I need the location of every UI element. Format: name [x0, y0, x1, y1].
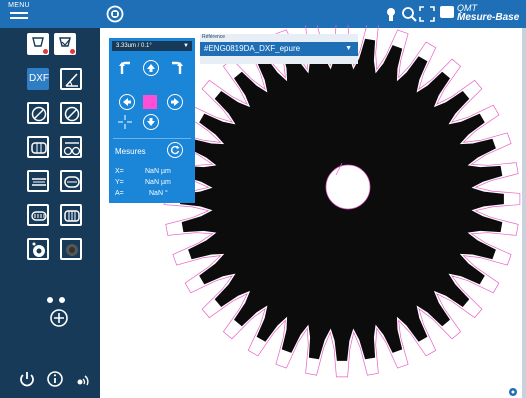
gear-part-image — [180, 37, 504, 361]
3d-scan-tool[interactable] — [27, 33, 49, 55]
settings-icon[interactable] — [382, 5, 400, 23]
slot-tool[interactable] — [60, 170, 82, 192]
panel-divider — [113, 138, 191, 139]
move-down-button[interactable] — [143, 114, 159, 130]
tool-sidebar: DXF — [0, 28, 100, 398]
thread-tool[interactable] — [27, 204, 49, 226]
coord-x: X= NaN µm — [115, 168, 171, 175]
reference-selector: Référence #ENG0819DA_DXF_epure ▼ — [200, 34, 358, 64]
remote-signal-icon[interactable] — [74, 370, 92, 388]
add-point-button[interactable] — [44, 294, 72, 328]
app-window: MENU QMT Mesure-Base DXF Référence #ENG0… — [0, 0, 526, 398]
reference-label: Référence — [202, 34, 226, 40]
status-indicator-icon — [508, 384, 518, 396]
coord-y: Y= NaN µm — [115, 179, 171, 186]
diameter-tool[interactable] — [27, 102, 49, 124]
hole-measure-tool[interactable] — [27, 136, 49, 158]
move-up-button[interactable] — [143, 60, 159, 76]
mesures-title: Mesures — [115, 147, 146, 156]
dxf-tool[interactable]: DXF — [27, 68, 49, 90]
refresh-icon[interactable] — [167, 142, 183, 158]
angle-tool[interactable] — [60, 68, 82, 90]
diameter-outer-tool[interactable] — [60, 102, 82, 124]
resolution-value: 3.33um / 0.1° — [116, 43, 152, 49]
info-icon[interactable] — [46, 370, 64, 388]
menu-button[interactable]: MENU — [6, 2, 32, 26]
qmt-logo-icon — [440, 6, 454, 18]
concentric-diameter-tool[interactable] — [60, 136, 82, 158]
focus-tool[interactable] — [27, 238, 49, 260]
reference-dropdown[interactable]: #ENG0819DA_DXF_epure ▼ — [200, 42, 358, 56]
fit-to-screen-icon[interactable] — [418, 5, 436, 23]
brand-logo: QMT Mesure-Base — [440, 3, 526, 25]
power-icon[interactable] — [18, 370, 36, 388]
app-logo-icon[interactable] — [106, 5, 124, 23]
hamburger-icon — [10, 12, 28, 22]
move-right-button[interactable] — [167, 94, 183, 110]
rotate-right-icon[interactable] — [169, 60, 185, 76]
chevron-down-icon: ▼ — [345, 45, 352, 52]
top-bar: MENU QMT Mesure-Base — [0, 0, 526, 28]
coord-a: A= NaN ° — [115, 190, 168, 197]
bore-outline — [325, 164, 371, 210]
zoom-icon[interactable] — [400, 5, 418, 23]
control-panel: 3.33um / 0.1° ▼ Mesures X= NaN µm Y= NaN… — [109, 38, 195, 203]
crosshair-icon[interactable] — [117, 114, 133, 130]
gear-viewer[interactable] — [150, 25, 522, 398]
menu-label: MENU — [8, 2, 30, 9]
rotate-left-icon[interactable] — [117, 60, 133, 76]
move-left-button[interactable] — [119, 94, 135, 110]
reference-value: #ENG0819DA_DXF_epure — [204, 44, 301, 53]
brand-product: Mesure-Base — [457, 12, 520, 23]
camera-tool[interactable] — [60, 238, 82, 260]
bolt-pattern-tool[interactable] — [60, 204, 82, 226]
resolution-select[interactable]: 3.33um / 0.1° ▼ — [112, 41, 192, 51]
3d-gauge-tool[interactable] — [54, 33, 76, 55]
center-marker[interactable] — [143, 95, 157, 109]
chevron-down-icon: ▼ — [183, 43, 189, 49]
scrollbar[interactable] — [522, 28, 526, 398]
dxf-tool-label: DXF — [29, 73, 49, 84]
width-tool[interactable] — [27, 170, 49, 192]
